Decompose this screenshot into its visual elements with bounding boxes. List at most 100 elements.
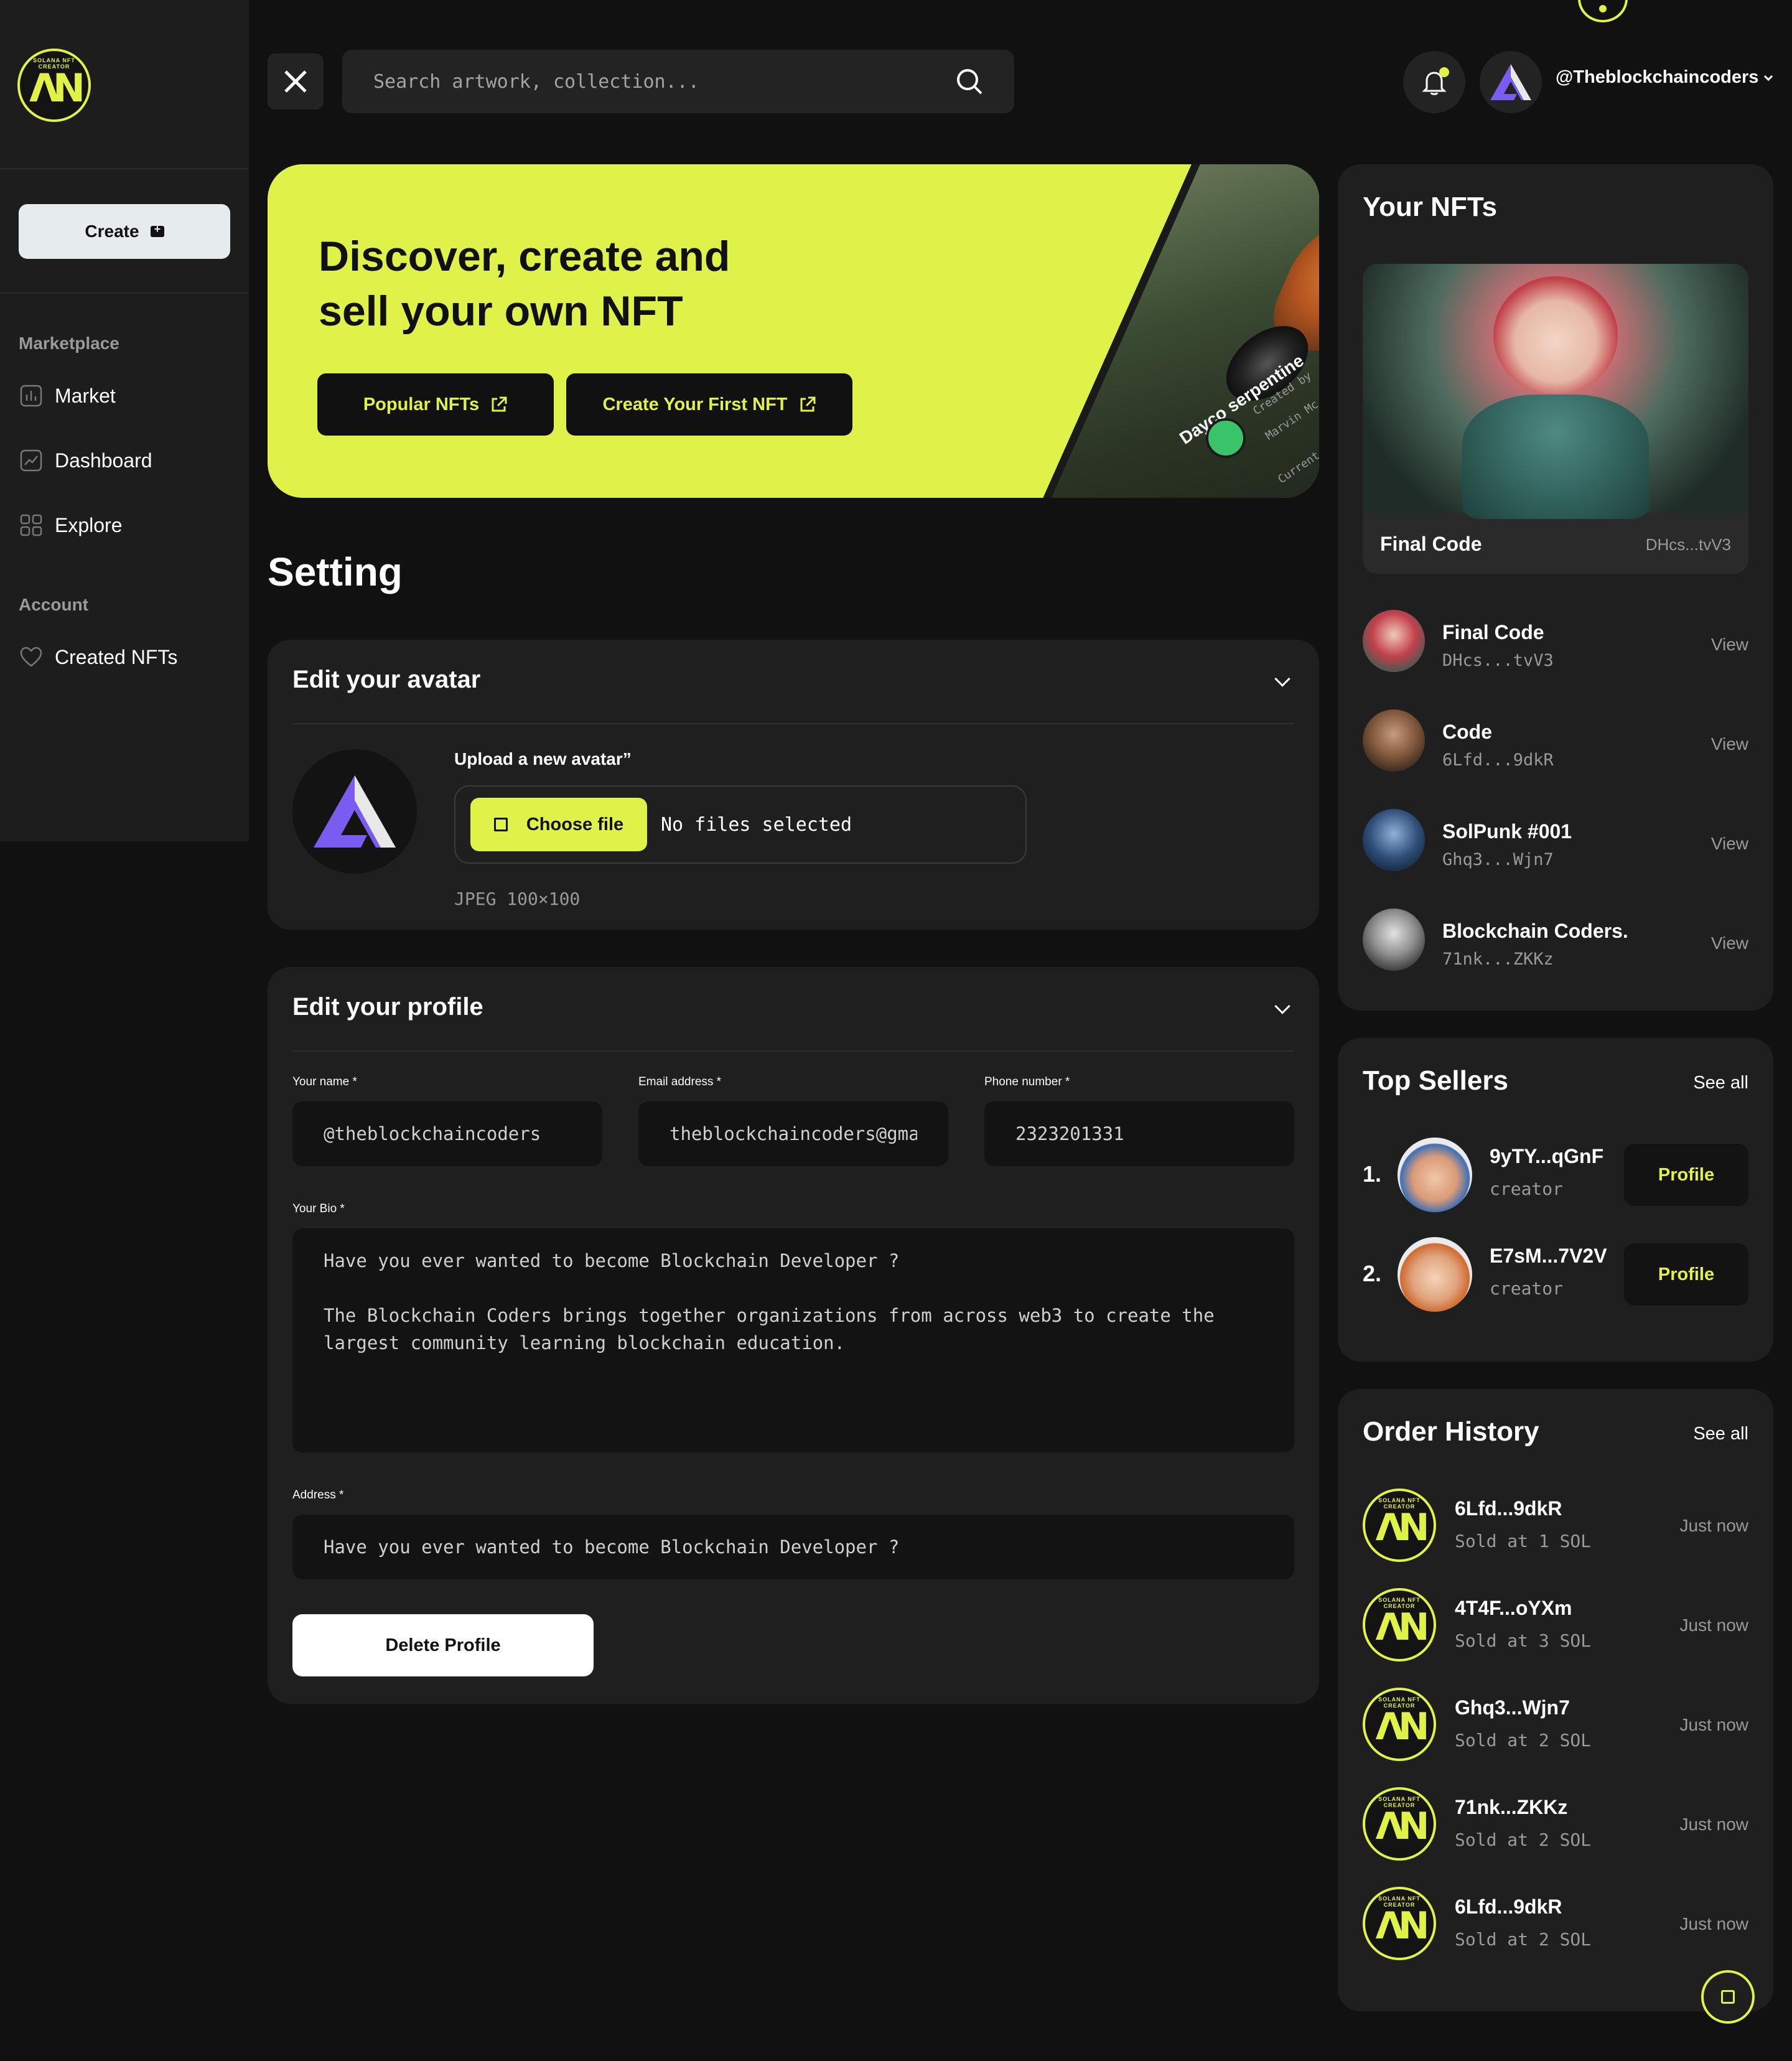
sidebar-item-explore[interactable]: Explore	[19, 513, 123, 538]
nft-list-item[interactable]: Code 6Lfd...9dkR View	[1363, 709, 1748, 778]
name-field[interactable]	[292, 1101, 602, 1166]
address-field[interactable]	[292, 1515, 1294, 1579]
search-input[interactable]	[373, 70, 956, 93]
upload-hint: JPEG 100×100	[454, 889, 581, 909]
order-id: 6Lfd...9dkR	[1455, 1497, 1562, 1520]
hero-artwork[interactable]	[1014, 164, 1319, 498]
user-avatar[interactable]	[1480, 51, 1542, 113]
seller-role: creator	[1490, 1179, 1564, 1199]
user-menu[interactable]: @Theblockchaincoders	[1556, 67, 1773, 88]
status-ring	[1578, 0, 1628, 22]
chevron-down-icon[interactable]	[1274, 671, 1290, 687]
order-time: Just now	[1679, 1615, 1749, 1635]
sidebar: SOLANA NFT CREATOR ΛN Create Marketplace…	[0, 0, 249, 841]
brand-logo[interactable]: SOLANA NFT CREATOR ΛN	[17, 49, 91, 122]
view-link[interactable]: View	[1711, 933, 1748, 953]
sidebar-section-account: Account	[19, 595, 88, 614]
stop-button[interactable]	[1701, 1970, 1755, 2024]
card-title: Edit your avatar	[292, 666, 481, 693]
bio-textarea[interactable]: Have you ever wanted to become Blockchai…	[292, 1228, 1294, 1452]
nft-name: SolPunk #001	[1442, 820, 1572, 843]
popular-nfts-button[interactable]: Popular NFTs	[317, 373, 554, 436]
logo-ring-text: SOLANA NFT CREATOR	[1378, 1597, 1421, 1609]
view-link[interactable]: View	[1711, 734, 1748, 754]
order-row[interactable]: SOLANA NFT CREATOR ΛN 71nk...ZKKz Sold at…	[1363, 1787, 1748, 1862]
order-row[interactable]: SOLANA NFT CREATOR ΛN 6Lfd...9dkR Sold at…	[1363, 1488, 1748, 1563]
order-time: Just now	[1679, 1815, 1749, 1834]
avatar	[1398, 1237, 1472, 1312]
heart-icon	[19, 645, 44, 670]
view-link[interactable]: View	[1711, 635, 1748, 655]
create-first-nft-button[interactable]: Create Your First NFT	[566, 373, 852, 436]
order-row[interactable]: SOLANA NFT CREATOR ΛN 6Lfd...9dkR Sold at…	[1363, 1887, 1748, 1961]
bio-label: Your Bio *	[292, 1202, 345, 1215]
order-id: 6Lfd...9dkR	[1455, 1895, 1562, 1918]
logo-ring-text: SOLANA NFT CREATOR	[33, 57, 75, 70]
choose-file-button[interactable]: Choose file	[470, 798, 647, 851]
notification-button[interactable]	[1403, 51, 1465, 113]
seller-rank: 2.	[1363, 1261, 1382, 1286]
chart-icon	[19, 383, 44, 408]
nft-list-item[interactable]: Final Code DHcs...tvV3 View	[1363, 610, 1748, 678]
sidebar-section-marketplace: Marketplace	[19, 334, 119, 353]
nft-name: Code	[1442, 721, 1492, 743]
brand-logo: SOLANA NFT CREATOR ΛN	[1363, 1887, 1436, 1960]
add-folder-icon	[150, 223, 164, 237]
order-id: Ghq3...Wjn7	[1455, 1696, 1570, 1719]
chevron-down-icon[interactable]	[1274, 998, 1290, 1014]
nft-address: 71nk...ZKKz	[1442, 950, 1554, 969]
close-button[interactable]	[268, 54, 324, 110]
chevron-down-icon	[1764, 75, 1773, 81]
profile-button[interactable]: Profile	[1624, 1243, 1748, 1306]
logo-ring-text: SOLANA NFT CREATOR	[1378, 1895, 1421, 1908]
file-input[interactable]: Choose file No files selected	[454, 785, 1027, 864]
create-button[interactable]: Create	[19, 204, 230, 259]
featured-nft-name: Final Code	[1380, 533, 1482, 555]
brand-logo: SOLANA NFT CREATOR ΛN	[1363, 1787, 1436, 1861]
create-button-label: Create	[85, 222, 139, 241]
order-id: 71nk...ZKKz	[1455, 1796, 1568, 1818]
name-label: Your name *	[292, 1075, 357, 1088]
order-time: Just now	[1679, 1914, 1749, 1933]
top-sellers-card: Top Sellers See all 1. 9yTY...qGnF creat…	[1338, 1038, 1773, 1362]
blockchain-coders-logo-icon	[314, 775, 396, 848]
profile-button[interactable]: Profile	[1624, 1144, 1748, 1206]
email-field[interactable]	[638, 1101, 948, 1166]
brand-logo: SOLANA NFT CREATOR ΛN	[1363, 1588, 1436, 1661]
seller-name: E7sM...7V2V	[1490, 1245, 1607, 1267]
featured-nft[interactable]: Final Code DHcs...tvV3	[1363, 264, 1748, 574]
phone-field[interactable]	[984, 1101, 1294, 1166]
grid-icon	[19, 513, 44, 538]
order-history-card: Order History See all SOLANA NFT CREATOR…	[1338, 1389, 1773, 2011]
search-icon[interactable]	[956, 68, 983, 95]
sidebar-item-market[interactable]: Market	[19, 383, 116, 408]
notification-dot	[1439, 67, 1449, 77]
delete-profile-button[interactable]: Delete Profile	[292, 1614, 594, 1676]
nft-thumbnail	[1363, 809, 1425, 871]
order-price: Sold at 2 SOL	[1455, 1929, 1592, 1950]
button-label: Popular NFTs	[363, 394, 480, 414]
close-icon	[284, 70, 307, 93]
address-label: Address *	[292, 1488, 344, 1502]
page-title: Setting	[268, 549, 403, 594]
email-label: Email address *	[638, 1075, 722, 1088]
file-status: No files selected	[661, 813, 852, 836]
see-all-link[interactable]: See all	[1693, 1424, 1748, 1444]
external-link-icon	[492, 396, 507, 412]
order-price: Sold at 2 SOL	[1455, 1830, 1592, 1850]
nft-list-item[interactable]: SolPunk #001 Ghq3...Wjn7 View	[1363, 809, 1748, 877]
seller-row: 2. E7sM...7V2V creator Profile	[1363, 1237, 1748, 1312]
seller-rank: 1.	[1363, 1161, 1382, 1187]
order-row[interactable]: SOLANA NFT CREATOR ΛN 4T4F...oYXm Sold at…	[1363, 1588, 1748, 1663]
current-avatar	[292, 749, 417, 874]
order-row[interactable]: SOLANA NFT CREATOR ΛN Ghq3...Wjn7 Sold at…	[1363, 1688, 1748, 1762]
sidebar-item-dashboard[interactable]: Dashboard	[19, 448, 152, 473]
nft-thumbnail	[1363, 709, 1425, 772]
card-divider	[292, 723, 1294, 724]
sidebar-item-created-nfts[interactable]: Created NFTs	[19, 645, 177, 670]
nft-list-item[interactable]: Blockchain Coders. 71nk...ZKKz View	[1363, 909, 1748, 977]
avatar	[1398, 1138, 1472, 1212]
see-all-link[interactable]: See all	[1693, 1073, 1748, 1093]
view-link[interactable]: View	[1711, 834, 1748, 854]
sidebar-item-label: Created NFTs	[55, 645, 178, 668]
